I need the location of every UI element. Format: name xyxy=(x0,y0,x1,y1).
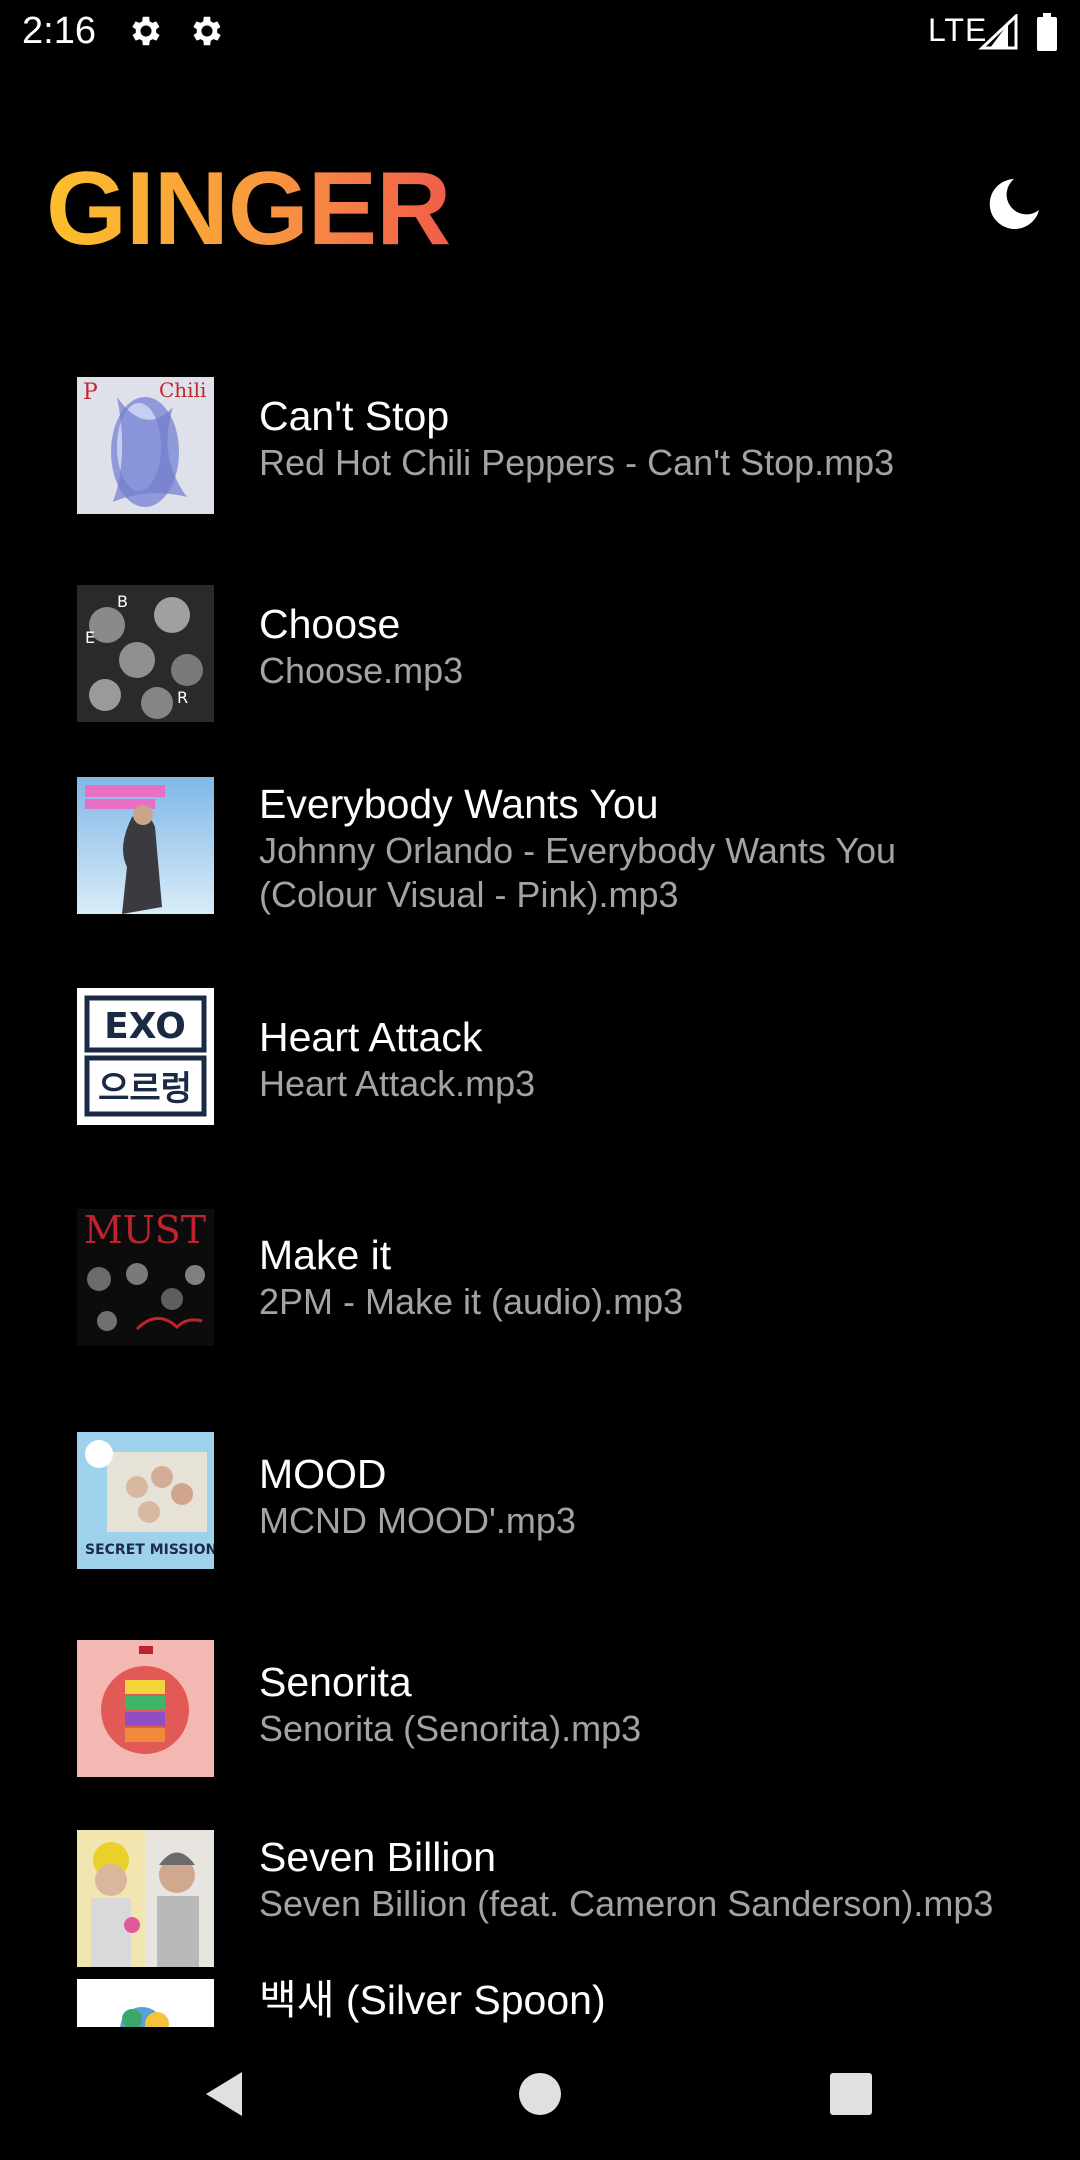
song-title: Choose xyxy=(259,601,401,647)
album-art-silver-spoon xyxy=(77,1979,214,2027)
song-item[interactable]: B E R Choose Choose.mp3 xyxy=(0,556,1080,746)
song-item[interactable]: 백새 (Silver Spoon) xyxy=(0,1977,1080,2027)
song-filename: Johnny Orlando - Everybody Wants You (Co… xyxy=(259,830,897,915)
home-icon[interactable] xyxy=(510,2064,570,2124)
svg-text:MUST: MUST xyxy=(84,1209,206,1252)
svg-text:E: E xyxy=(85,628,95,647)
song-item[interactable]: MUST Make it 2PM - Make it (audio).mp3 xyxy=(0,1183,1080,1373)
back-icon[interactable] xyxy=(196,2064,256,2124)
song-item[interactable]: Seven Billion Seven Billion (feat. Camer… xyxy=(0,1810,1080,2000)
status-bar: 2:16 LTE xyxy=(0,0,1080,66)
app-title: GINGER xyxy=(46,151,451,267)
app-header: GINGER xyxy=(0,120,1080,280)
status-time: 2:16 xyxy=(22,10,96,52)
song-filename: Senorita (Senorita).mp3 xyxy=(259,1708,642,1749)
svg-text:Chili: Chili xyxy=(159,378,206,402)
album-art-senorita xyxy=(77,1640,214,1777)
song-title: Everybody Wants You xyxy=(259,781,659,827)
song-filename: Seven Billion (feat. Cameron Sanderson).… xyxy=(259,1883,994,1924)
moon-icon[interactable] xyxy=(986,176,1042,232)
song-title: Senorita xyxy=(259,1659,412,1705)
song-filename: 2PM - Make it (audio).mp3 xyxy=(259,1281,684,1322)
gear-icon xyxy=(193,16,221,46)
song-item[interactable]: P Chili Can't Stop Red Hot Chili Peppers… xyxy=(0,347,1080,537)
song-title: Can't Stop xyxy=(259,393,450,439)
song-filename: Heart Attack.mp3 xyxy=(259,1063,536,1104)
album-art-everybody-wants-you xyxy=(77,777,214,914)
svg-text:으르렁: 으르렁 xyxy=(98,1069,192,1109)
song-item[interactable]: SECRET MISSION MOOD MCND MOOD'.mp3 xyxy=(0,1392,1080,1582)
song-title: 백새 (Silver Spoon) xyxy=(259,1977,606,2023)
svg-text:EXO: EXO xyxy=(104,1006,186,1047)
system-nav-bar xyxy=(0,2028,1080,2160)
svg-text:R: R xyxy=(177,688,188,707)
song-list: P Chili Can't Stop Red Hot Chili Peppers… xyxy=(0,347,1080,2027)
song-title: Seven Billion xyxy=(259,1834,497,1880)
song-filename: Choose.mp3 xyxy=(259,650,464,691)
album-art-choose: B E R xyxy=(77,585,214,722)
song-item[interactable]: EXO 으르렁 Heart Attack Heart Attack.mp3 xyxy=(0,974,1080,1164)
song-title: Heart Attack xyxy=(259,1014,483,1060)
song-filename: Red Hot Chili Peppers - Can't Stop.mp3 xyxy=(259,442,895,483)
album-art-seven-billion xyxy=(77,1830,214,1967)
album-art-mood: SECRET MISSION xyxy=(77,1432,214,1569)
recents-icon[interactable] xyxy=(821,2064,881,2124)
svg-text:SECRET MISSION: SECRET MISSION xyxy=(85,1542,214,1558)
svg-text:P: P xyxy=(83,380,98,405)
album-art-cant-stop: P Chili xyxy=(77,377,214,514)
album-art-heart-attack: EXO 으르렁 xyxy=(77,988,214,1125)
signal-icon xyxy=(978,14,1018,50)
song-item[interactable]: Senorita Senorita (Senorita).mp3 xyxy=(0,1601,1080,1791)
song-filename: MCND MOOD'.mp3 xyxy=(259,1500,576,1541)
song-title: Make it xyxy=(259,1232,392,1278)
album-art-make-it: MUST xyxy=(77,1209,214,1346)
gear-icon xyxy=(132,16,160,46)
song-item[interactable]: Everybody Wants You Johnny Orlando - Eve… xyxy=(0,765,1080,955)
battery-icon xyxy=(1037,13,1057,51)
svg-text:B: B xyxy=(117,592,128,611)
song-title: MOOD xyxy=(259,1451,387,1497)
